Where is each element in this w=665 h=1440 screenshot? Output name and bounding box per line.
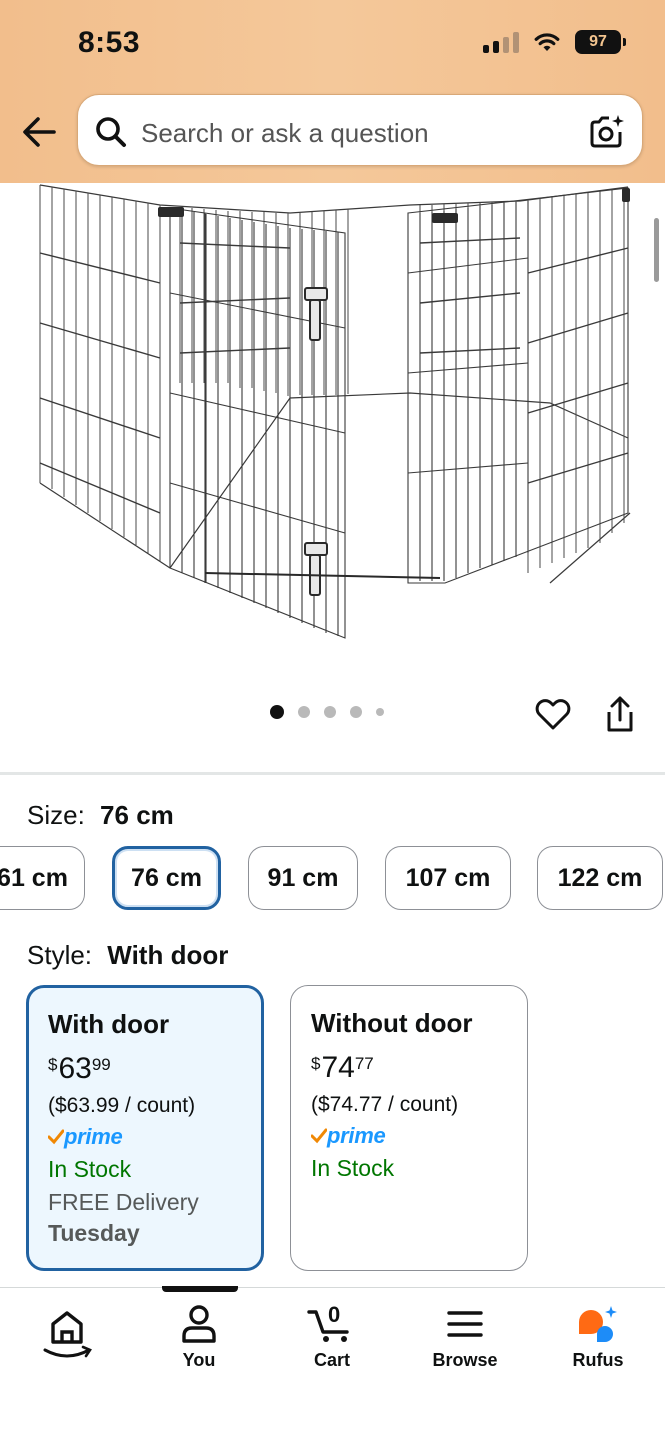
nav-home[interactable] xyxy=(12,1304,122,1372)
prime-check-icon xyxy=(48,1129,64,1145)
size-option-label: 61 cm xyxy=(0,863,68,892)
prime-text: prime xyxy=(327,1123,386,1148)
size-option-122cm[interactable]: 122 cm xyxy=(537,846,663,910)
stock-status: In Stock xyxy=(48,1156,132,1182)
style-option-without-door[interactable]: Without door $ 74 77 ($74.77 / count) pr… xyxy=(290,985,528,1271)
bottom-navigation: You 0 Cart Browse Rufus xyxy=(0,1286,665,1440)
nav-label: You xyxy=(182,1350,216,1370)
size-option-107cm[interactable]: 107 cm xyxy=(385,846,511,910)
size-option-76cm[interactable]: 76 cm xyxy=(112,846,221,910)
size-option-label: 122 cm xyxy=(557,863,643,892)
size-option-label: 91 cm xyxy=(267,863,339,892)
heart-icon[interactable] xyxy=(534,694,572,732)
battery-icon: 97 xyxy=(575,30,626,54)
camera-search-icon[interactable] xyxy=(588,113,626,151)
nav-rufus[interactable]: Rufus xyxy=(543,1304,653,1371)
cellular-signal-icon xyxy=(483,31,519,53)
section-divider xyxy=(0,772,665,775)
home-icon xyxy=(43,1311,92,1358)
cart-count: 0 xyxy=(328,1302,341,1327)
size-option-label: 76 cm xyxy=(131,863,202,892)
search-icon xyxy=(96,117,126,147)
delivery-info: FREE Delivery xyxy=(48,1189,199,1215)
size-option-61cm[interactable]: 61 cm xyxy=(0,846,85,910)
nav-cart[interactable]: 0 Cart xyxy=(277,1302,387,1371)
style-option-with-door[interactable]: With door $ 63 99 ($63.99 / count) prime… xyxy=(26,985,264,1271)
prime-check-icon xyxy=(311,1128,327,1144)
person-icon xyxy=(182,1305,216,1343)
price: $ 74 77 xyxy=(311,1051,527,1085)
delivery-day: Tuesday xyxy=(48,1220,140,1246)
style-option-title: Without door xyxy=(311,1008,473,1038)
carousel-dot-2[interactable] xyxy=(298,706,310,718)
image-scroll-indicator xyxy=(654,218,659,282)
unit-price: ($63.99 / count) xyxy=(48,1094,196,1117)
status-time: 8:53 xyxy=(78,26,141,59)
style-label: Style: xyxy=(27,940,93,970)
style-option-title: With door xyxy=(48,1009,170,1039)
status-icons: 97 xyxy=(483,30,626,54)
prime-badge: prime xyxy=(311,1123,527,1149)
product-image[interactable] xyxy=(0,183,665,673)
nav-browse[interactable]: Browse xyxy=(410,1304,520,1371)
wifi-icon xyxy=(534,33,560,51)
carousel-dot-3[interactable] xyxy=(324,706,336,718)
nav-label: Browse xyxy=(432,1350,498,1370)
playpen-image xyxy=(39,184,631,639)
cart-icon: 0 xyxy=(307,1302,357,1344)
back-arrow-icon[interactable] xyxy=(20,110,58,154)
style-selected-value: With door xyxy=(107,940,229,970)
search-placeholder: Search or ask a question xyxy=(141,118,429,148)
share-icon[interactable] xyxy=(604,694,636,734)
size-selector-label: Size: 76 cm xyxy=(27,800,174,831)
image-carousel-dots[interactable] xyxy=(270,705,384,719)
stock-status: In Stock xyxy=(311,1155,395,1181)
nav-you[interactable]: You xyxy=(144,1304,254,1371)
size-selected-value: 76 cm xyxy=(100,800,174,830)
price: $ 63 99 xyxy=(48,1052,261,1086)
price-whole: 63 xyxy=(58,1052,92,1085)
price-symbol: $ xyxy=(48,1055,58,1074)
nav-label: Cart xyxy=(313,1350,350,1370)
style-selector-label: Style: With door xyxy=(27,940,228,971)
carousel-dot-1[interactable] xyxy=(270,705,284,719)
prime-text: prime xyxy=(64,1124,123,1149)
price-fraction: 99 xyxy=(91,1055,111,1074)
size-option-label: 107 cm xyxy=(405,863,491,892)
app-header: 8:53 97 Search or ask a question xyxy=(0,0,665,183)
prime-badge: prime xyxy=(48,1124,261,1150)
carousel-dot-5[interactable] xyxy=(376,708,384,716)
carousel-dot-4[interactable] xyxy=(350,706,362,718)
size-option-91cm[interactable]: 91 cm xyxy=(248,846,358,910)
price-fraction: 77 xyxy=(354,1054,374,1073)
price-whole: 74 xyxy=(321,1051,355,1084)
menu-icon xyxy=(447,1311,483,1337)
price-symbol: $ xyxy=(311,1054,321,1073)
unit-price: ($74.77 / count) xyxy=(311,1093,459,1116)
active-tab-indicator xyxy=(162,1286,238,1292)
rufus-icon xyxy=(579,1306,617,1342)
size-label: Size: xyxy=(27,800,85,830)
search-input[interactable]: Search or ask a question xyxy=(77,94,643,166)
nav-label: Rufus xyxy=(572,1350,624,1370)
